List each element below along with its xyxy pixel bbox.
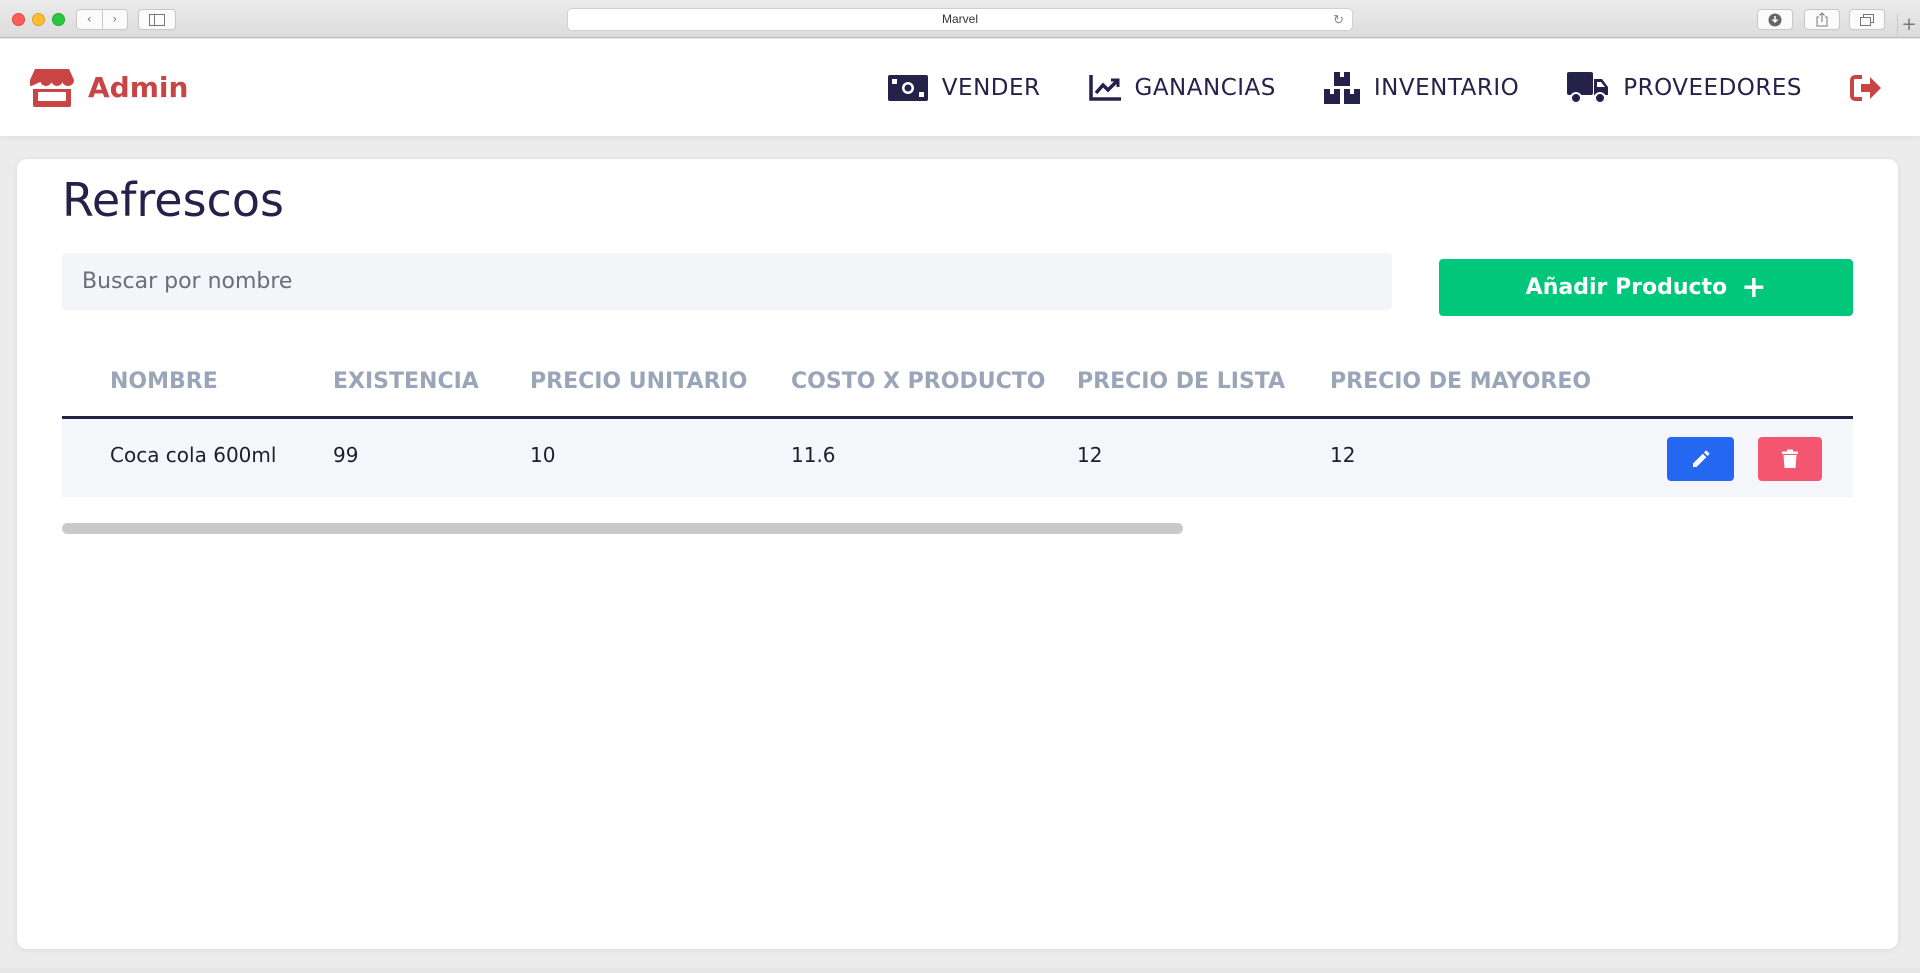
sign-out-icon [1850, 74, 1881, 101]
column-header: PRECIO DE LISTA [1077, 369, 1286, 394]
add-product-button[interactable]: Añadir Producto + [1439, 259, 1853, 316]
nav-label: INVENTARIO [1373, 74, 1520, 101]
cell-nombre: Coca cola 600ml [110, 443, 277, 467]
minimize-window-button[interactable] [32, 13, 45, 26]
table-row: Coca cola 600ml 99 10 11.6 12 12 [62, 419, 1853, 497]
column-header: PRECIO UNITARIO [530, 369, 748, 394]
reload-icon[interactable]: ↻ [1333, 9, 1344, 30]
close-window-button[interactable] [12, 13, 25, 26]
cell-existencia: 99 [333, 443, 359, 467]
share-button[interactable] [1804, 9, 1840, 30]
boxes-icon [1323, 71, 1360, 104]
edit-button[interactable] [1667, 437, 1734, 481]
window-bottom-edge [0, 968, 1920, 973]
main-nav: VENDER GANANCIAS INVENTARIO PROVEEDORES [887, 39, 1920, 136]
cell-costo-producto: 11.6 [791, 443, 836, 467]
download-icon [1768, 13, 1782, 26]
search-input[interactable] [62, 253, 1392, 310]
browser-toolbar: ‹ › Marvel ↻ + [0, 0, 1920, 38]
add-product-label: Añadir Producto [1525, 275, 1728, 300]
brand[interactable]: Admin [30, 67, 188, 107]
store-icon [30, 69, 74, 107]
column-header: COSTO X PRODUCTO [791, 369, 1046, 394]
plus-icon: + [1741, 269, 1767, 305]
nav-label: VENDER [941, 74, 1041, 101]
sidebar-toggle-button[interactable] [138, 9, 176, 30]
app-header: Admin VENDER GANANCIAS INVENTARIO PROVEE… [0, 39, 1920, 136]
zoom-window-button[interactable] [52, 13, 65, 26]
downloads-button[interactable] [1757, 9, 1793, 30]
cell-precio-lista: 12 [1077, 443, 1103, 467]
nav-proveedores[interactable]: PROVEEDORES [1567, 71, 1802, 104]
address-bar[interactable]: Marvel ↻ [567, 8, 1353, 31]
cell-precio-mayoreo: 12 [1330, 443, 1356, 467]
column-header: PRECIO DE MAYOREO [1330, 369, 1592, 394]
truck-icon [1567, 71, 1609, 104]
back-icon[interactable]: ‹ [77, 10, 103, 29]
cell-precio-unitario: 10 [530, 443, 556, 467]
sidebar-icon [149, 13, 165, 26]
nav-ganancias[interactable]: GANANCIAS [1088, 74, 1276, 101]
tab-overview-button[interactable] [1849, 9, 1885, 30]
new-tab-button[interactable]: + [1897, 14, 1920, 38]
trash-icon [1782, 449, 1798, 468]
pencil-icon [1692, 450, 1709, 467]
horizontal-scrollbar[interactable] [62, 523, 1183, 534]
column-header: EXISTENCIA [333, 369, 479, 394]
nav-label: GANANCIAS [1134, 74, 1276, 101]
content-card: Refrescos Añadir Producto + NOMBRE EXIST… [17, 159, 1898, 949]
products-table: NOMBRE EXISTENCIA PRECIO UNITARIO COSTO … [62, 349, 1853, 497]
nav-label: PROVEEDORES [1623, 74, 1802, 101]
table-header: NOMBRE EXISTENCIA PRECIO UNITARIO COSTO … [62, 349, 1853, 419]
tabs-icon [1860, 13, 1874, 26]
page-title: Refrescos [62, 173, 284, 227]
forward-icon[interactable]: › [103, 10, 128, 29]
logout-button[interactable] [1850, 74, 1882, 102]
column-header: NOMBRE [110, 369, 218, 394]
history-nav: ‹ › [76, 9, 128, 30]
share-icon [1816, 12, 1828, 27]
nav-vender[interactable]: VENDER [887, 74, 1041, 101]
money-icon [887, 74, 928, 101]
nav-inventario[interactable]: INVENTARIO [1323, 71, 1520, 104]
chart-line-icon [1088, 74, 1121, 101]
delete-button[interactable] [1758, 437, 1822, 481]
brand-title: Admin [88, 70, 189, 104]
url-text: Marvel [941, 12, 978, 26]
